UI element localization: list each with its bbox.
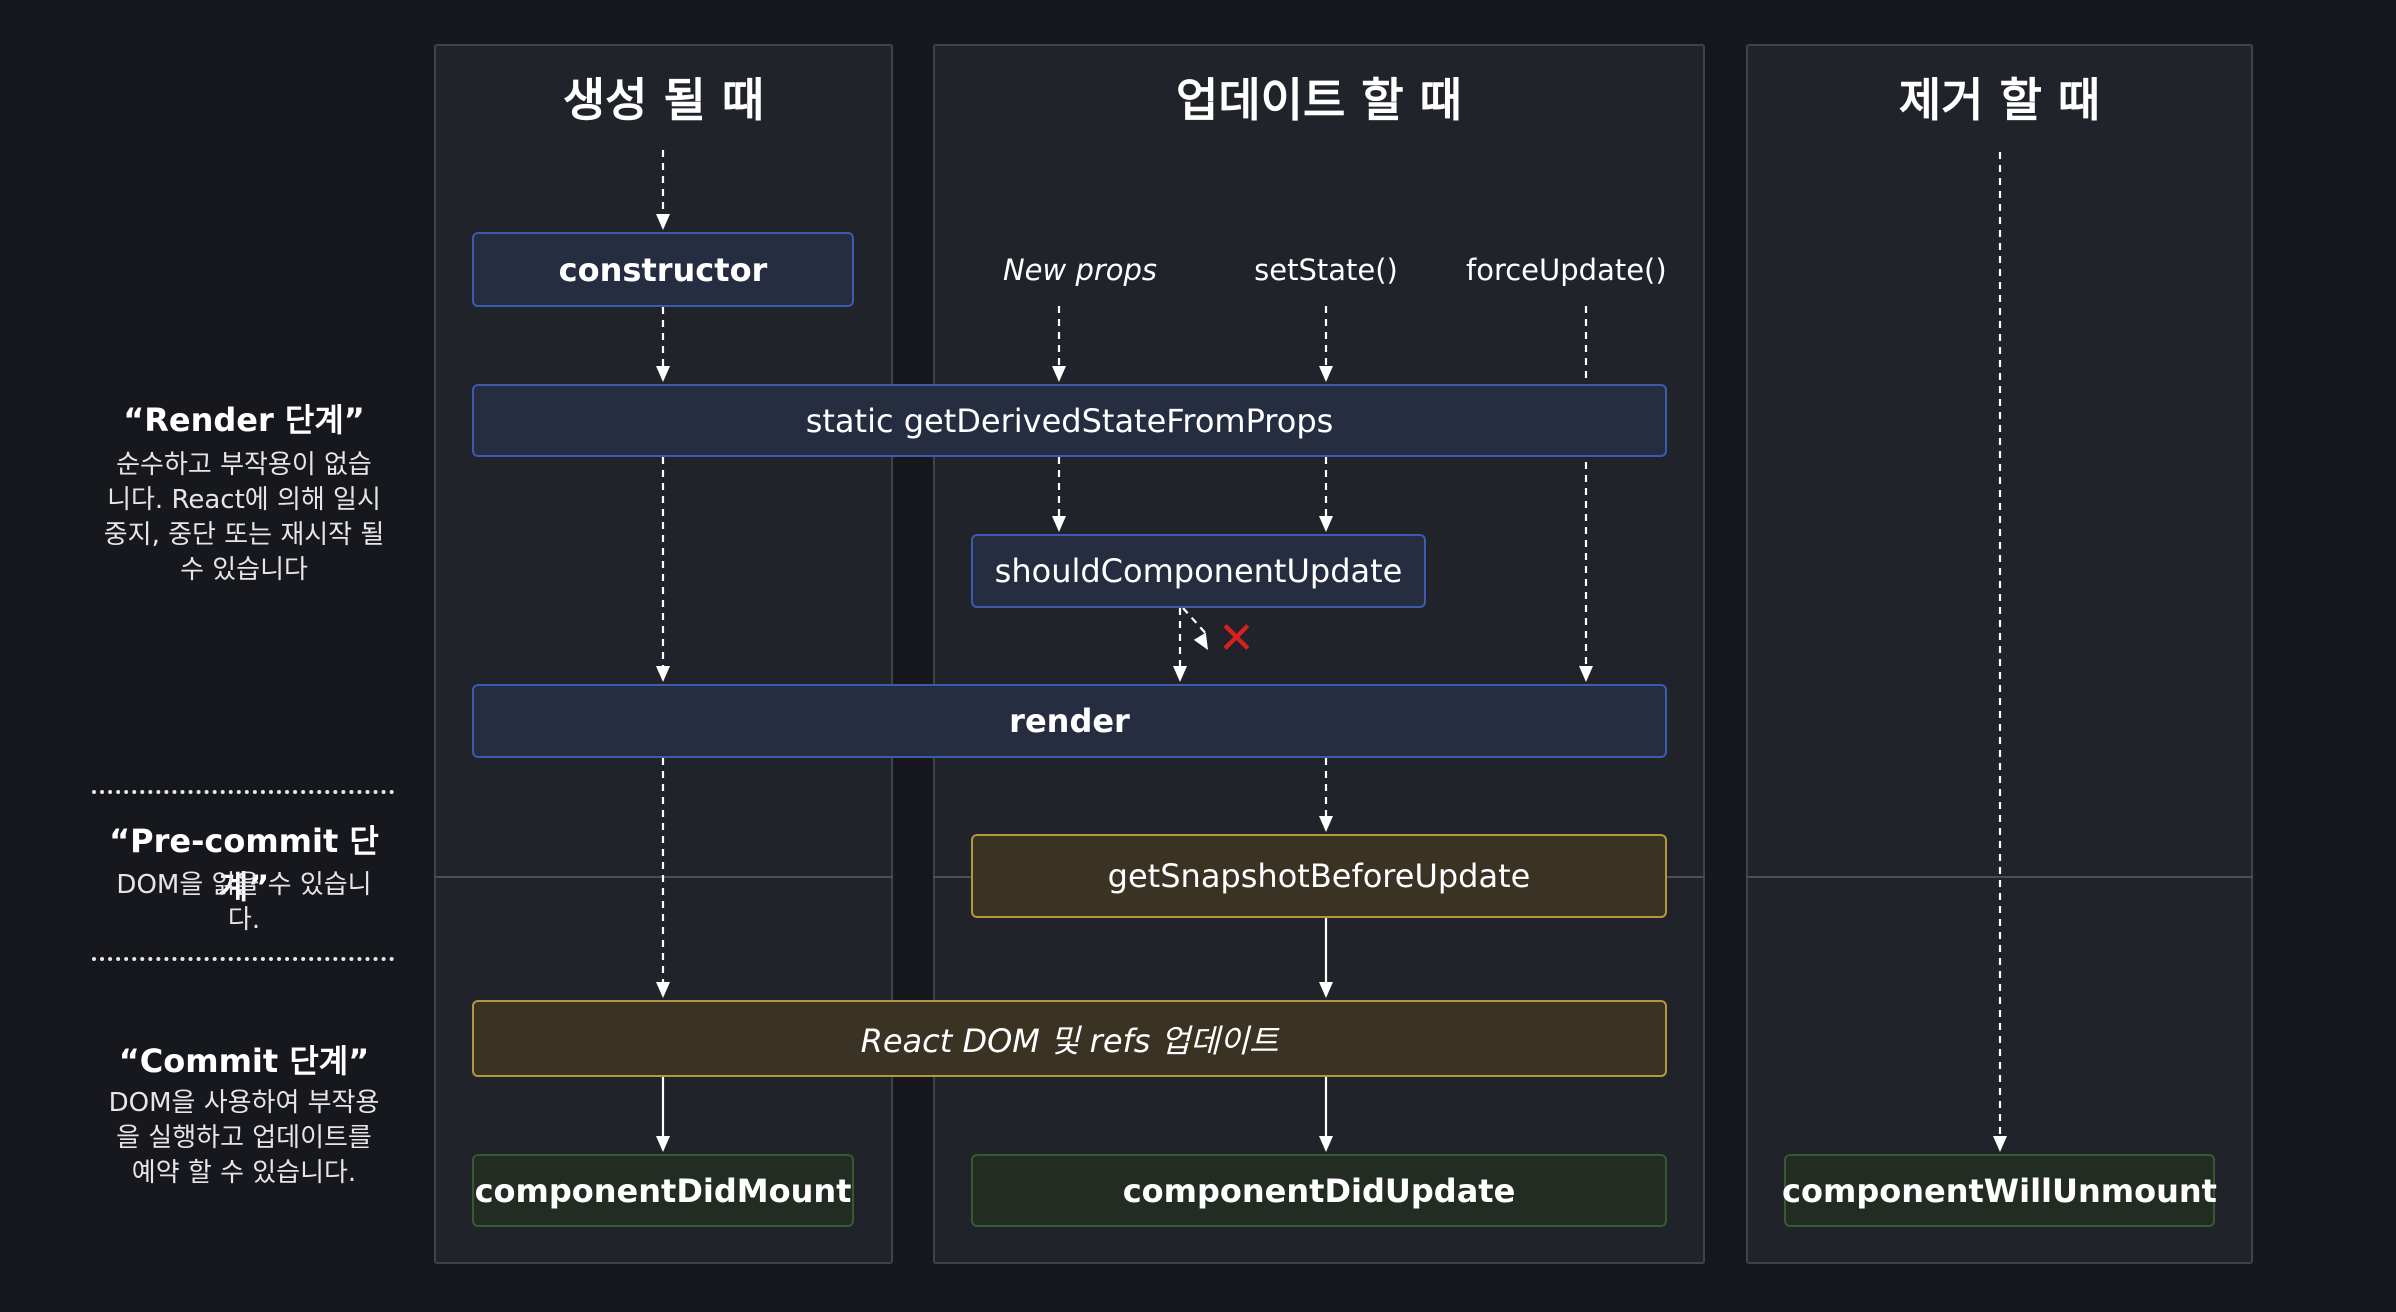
get-snapshot-box: getSnapshotBeforeUpdate bbox=[971, 834, 1667, 918]
arrow-head bbox=[1173, 666, 1187, 682]
component-did-mount-box: componentDidMount bbox=[472, 1154, 854, 1227]
commit-phase-title: “Commit 단계” bbox=[118, 1042, 370, 1080]
mounting-title: 생성 될 때 bbox=[562, 73, 765, 127]
get-derived-state-box: static getDerivedStateFromProps bbox=[472, 384, 1667, 457]
phase-divider bbox=[92, 957, 394, 961]
updating-title: 업데이트 할 때 bbox=[1176, 73, 1462, 127]
arrow-head bbox=[656, 366, 670, 382]
trigger-set-state: setState() bbox=[1254, 253, 1398, 287]
trigger-new-props: New props bbox=[1002, 253, 1158, 287]
arrow-head bbox=[1993, 1136, 2007, 1152]
trigger-force-update: forceUpdate() bbox=[1466, 253, 1667, 287]
arrow-head bbox=[1319, 516, 1333, 532]
arrow-head bbox=[1319, 366, 1333, 382]
dom-update-box: React DOM 및 refs 업데이트 bbox=[472, 1000, 1667, 1077]
lifecycle-diagram: 생성 될 때 업데이트 할 때 제거 할 때 New props setStat… bbox=[0, 0, 2396, 1312]
phase-divider bbox=[92, 790, 394, 794]
arrow-head bbox=[1052, 516, 1066, 532]
unmounting-title: 제거 할 때 bbox=[1898, 73, 2101, 127]
should-component-update-box: shouldComponentUpdate bbox=[971, 534, 1426, 608]
arrow-head bbox=[1319, 1136, 1333, 1152]
render-phase-title: “Render 단계” bbox=[123, 401, 365, 439]
arrow-head bbox=[656, 1136, 670, 1152]
x-mark-icon: ✕ bbox=[1218, 613, 1255, 664]
component-did-update-box: componentDidUpdate bbox=[971, 1154, 1667, 1227]
connector-line bbox=[1182, 607, 1209, 637]
arrow-head bbox=[1052, 366, 1066, 382]
constructor-box: constructor bbox=[472, 232, 854, 307]
render-phase-desc: 순수하고 부작용이 없습 니다. React에 의해 일시 중지, 중단 또는 … bbox=[103, 450, 385, 585]
arrow-head bbox=[1579, 666, 1593, 682]
render-box: render bbox=[472, 684, 1667, 758]
commit-phase-desc: DOM을 사용하여 부작용 을 실행하고 업데이트를 예약 할 수 있습니다. bbox=[108, 1088, 380, 1188]
component-will-unmount-box: componentWillUnmount bbox=[1782, 1154, 2217, 1227]
arrow-head bbox=[656, 982, 670, 998]
arrow-head bbox=[1319, 816, 1333, 832]
arrow-head bbox=[1193, 632, 1208, 650]
arrow-head bbox=[656, 214, 670, 230]
arrow-head bbox=[1319, 982, 1333, 998]
precommit-phase-desc: DOM을 읽을 수 있습니 다. bbox=[116, 870, 372, 935]
arrow-head bbox=[656, 666, 670, 682]
